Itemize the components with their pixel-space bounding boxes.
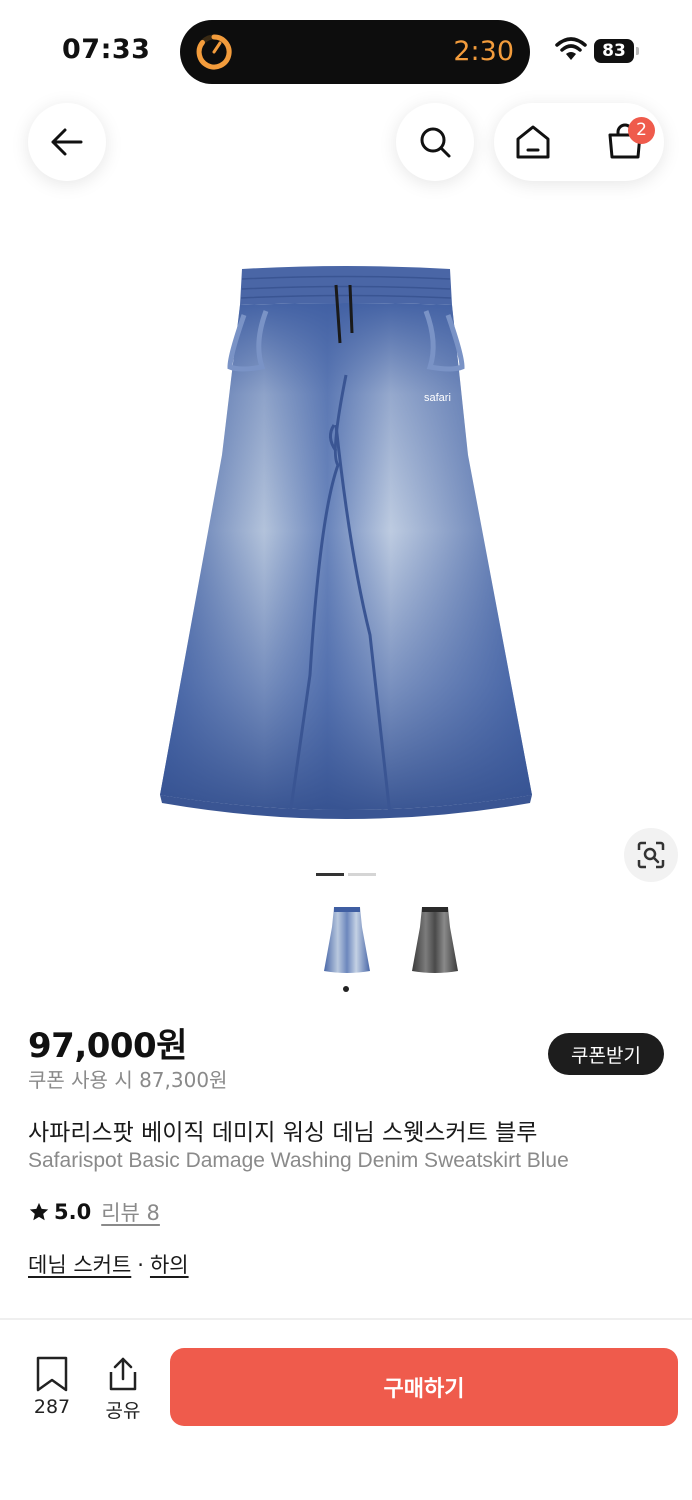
gallery-indicator-active xyxy=(316,873,344,876)
wifi-icon xyxy=(555,37,587,60)
bookmark-icon xyxy=(36,1356,68,1392)
back-button[interactable] xyxy=(28,103,106,181)
rating-score: 5.0 xyxy=(54,1200,92,1224)
share-icon xyxy=(109,1357,137,1391)
share-label: 공유 xyxy=(105,1400,141,1422)
battery-cap xyxy=(636,47,639,55)
back-arrow-icon xyxy=(51,128,83,156)
search-button[interactable] xyxy=(396,103,474,181)
thumbnail-blue[interactable] xyxy=(320,903,374,975)
save-button[interactable]: 287 xyxy=(22,1356,82,1418)
cart-badge: 2 xyxy=(628,117,655,144)
category-link-bottoms[interactable]: 하의 xyxy=(150,1253,189,1277)
thumbnail-black[interactable] xyxy=(408,903,462,975)
star-icon xyxy=(29,1202,49,1221)
timer-icon xyxy=(196,34,232,70)
search-icon xyxy=(420,127,451,158)
buy-button[interactable]: 구매하기 xyxy=(170,1348,678,1426)
gallery-indicator xyxy=(348,873,376,876)
thumbnail-selected-dot xyxy=(343,986,349,992)
battery-indicator: 83 xyxy=(594,39,634,63)
product-title-en: Safarispot Basic Damage Washing Denim Sw… xyxy=(28,1149,569,1172)
category-link-denim-skirt[interactable]: 데님 스커트 xyxy=(28,1253,131,1277)
visual-search-button[interactable] xyxy=(624,828,678,882)
rating-row: 5.0 리뷰 8 xyxy=(28,1197,160,1227)
timer-countdown: 2:30 xyxy=(453,36,514,67)
get-coupon-button[interactable]: 쿠폰받기 xyxy=(548,1033,664,1075)
share-button[interactable]: 공유 xyxy=(93,1356,153,1423)
category-separator: · xyxy=(137,1253,144,1277)
save-count: 287 xyxy=(33,1396,71,1418)
review-link[interactable]: 리뷰 8 xyxy=(101,1197,160,1227)
divider xyxy=(0,1318,692,1320)
status-time: 07:33 xyxy=(62,34,151,65)
dynamic-island[interactable]: 2:30 xyxy=(180,20,530,84)
lens-icon xyxy=(637,841,665,869)
product-title-ko: 사파리스팟 베이직 데미지 워싱 데님 스웻스커트 블루 xyxy=(28,1120,538,1146)
product-price: 97,000원 xyxy=(28,1026,187,1066)
product-image[interactable]: safari xyxy=(150,255,542,835)
category-breadcrumb: 데님 스커트 · 하의 xyxy=(28,1249,189,1279)
brand-print: safari xyxy=(424,392,451,404)
coupon-price: 쿠폰 사용 시 87,300원 xyxy=(28,1068,228,1092)
home-icon[interactable] xyxy=(513,122,553,162)
